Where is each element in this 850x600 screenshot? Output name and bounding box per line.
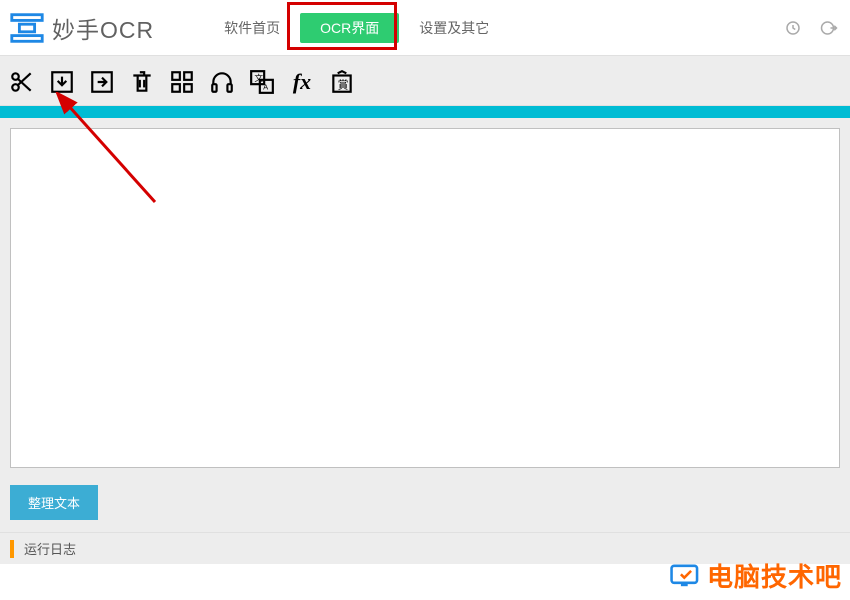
tab-settings[interactable]: 设置及其它 <box>399 13 509 43</box>
action-row: 整理文本 <box>10 473 840 528</box>
nav-tabs: 软件首页 OCR界面 设置及其它 <box>204 0 509 55</box>
translate-icon[interactable]: 文A <box>248 68 276 96</box>
ocr-output-textarea[interactable] <box>10 128 840 468</box>
logo-area: 妙手OCR <box>0 9 164 47</box>
scissors-icon[interactable] <box>8 68 36 96</box>
svg-text:賞: 賞 <box>338 78 349 91</box>
headphones-icon[interactable] <box>208 68 236 96</box>
svg-text:文: 文 <box>254 71 263 82</box>
exit-icon[interactable] <box>820 19 838 37</box>
log-label: 运行日志 <box>24 539 76 558</box>
toolbar: 文A fx 賞 <box>0 56 850 106</box>
export-icon[interactable] <box>88 68 116 96</box>
refresh-icon[interactable] <box>784 19 802 37</box>
app-title: 妙手OCR <box>52 11 154 45</box>
qr-icon[interactable] <box>168 68 196 96</box>
svg-text:A: A <box>263 82 269 91</box>
import-icon[interactable] <box>48 68 76 96</box>
app-logo-icon <box>8 9 46 47</box>
fx-icon[interactable]: fx <box>288 68 316 96</box>
header-actions <box>784 19 850 37</box>
reward-icon[interactable]: 賞 <box>328 68 356 96</box>
tab-ocr[interactable]: OCR界面 <box>300 13 399 43</box>
tab-home[interactable]: 软件首页 <box>204 13 300 43</box>
main-content: 整理文本 <box>0 118 850 532</box>
log-accent-bar <box>10 540 14 558</box>
organize-text-button[interactable]: 整理文本 <box>10 485 98 520</box>
log-section: 运行日志 <box>0 532 850 564</box>
header-bar: 妙手OCR 软件首页 OCR界面 设置及其它 <box>0 0 850 56</box>
watermark-logo-icon <box>669 562 703 590</box>
delete-icon[interactable] <box>128 68 156 96</box>
divider-cyan-bar <box>0 106 850 118</box>
